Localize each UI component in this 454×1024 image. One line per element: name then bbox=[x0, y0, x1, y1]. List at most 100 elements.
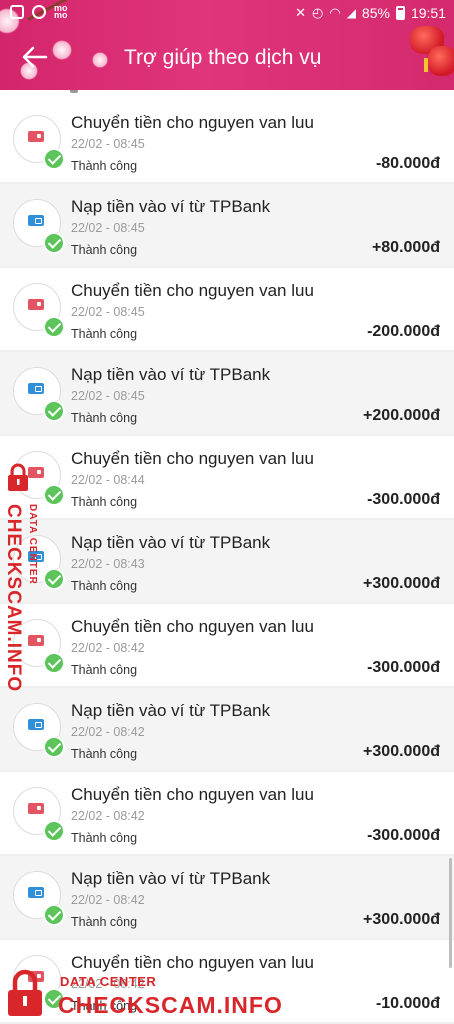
transaction-amount: +300.000đ bbox=[363, 911, 440, 928]
transaction-status: Thành công bbox=[71, 915, 138, 929]
success-check-icon bbox=[43, 652, 65, 674]
blossom-decoration bbox=[52, 40, 72, 60]
transaction-time: 22/02 - 08:43 bbox=[71, 557, 145, 571]
transaction-title: Chuyển tiền cho nguyen van luu bbox=[71, 785, 314, 804]
success-check-icon bbox=[43, 820, 65, 842]
wallet-icon bbox=[28, 215, 44, 226]
transaction-row[interactable]: Nạp tiền vào ví từ TPBank 22/02 - 08:45 Th… bbox=[0, 184, 454, 266]
success-check-icon bbox=[43, 400, 65, 422]
transaction-status: Thành công bbox=[71, 831, 138, 845]
transaction-title: Nạp tiền vào ví từ TPBank bbox=[71, 365, 271, 384]
transaction-time: 22/02 - 08:45 bbox=[71, 221, 145, 235]
transaction-title: Nạp tiền vào ví từ TPBank bbox=[71, 701, 271, 720]
lock-icon bbox=[8, 463, 28, 491]
lantern-decoration bbox=[428, 46, 454, 76]
transaction-status: Thành công bbox=[71, 243, 138, 257]
lantern-tassel-decoration bbox=[424, 58, 428, 72]
transaction-amount: -10.000đ bbox=[375, 995, 440, 1012]
transaction-row[interactable]: Chuyển tiền cho nguyen van luu 22/02 - 08… bbox=[0, 268, 454, 350]
wallet-topup-icon bbox=[13, 871, 65, 926]
wallet-icon bbox=[28, 383, 44, 394]
wallet-topup-icon bbox=[13, 199, 65, 254]
transaction-title: Chuyển tiền cho nguyen van luu bbox=[71, 449, 314, 468]
watermark-side: CHECKSCAM.INFO DATA CENTER bbox=[2, 462, 42, 692]
transaction-status: Thành công bbox=[71, 663, 138, 677]
transaction-time: 22/02 - 08:42 bbox=[71, 725, 145, 739]
battery-icon bbox=[395, 6, 405, 20]
clock: 19:51 bbox=[410, 5, 446, 21]
wifi-icon: ◠ bbox=[329, 5, 341, 20]
transaction-amount: +80.000đ bbox=[371, 239, 440, 256]
success-check-icon bbox=[43, 904, 65, 926]
back-button[interactable] bbox=[18, 40, 52, 74]
transaction-row[interactable]: Chuyển tiền cho nguyen van luu 22/02 - 08… bbox=[0, 604, 454, 686]
app-header: mo mo ✕ ◴ ◠ ◢ 85% 19:51 Trợ giúp theo dịc… bbox=[0, 0, 454, 90]
lock-icon bbox=[8, 969, 42, 1016]
cash-icon bbox=[28, 131, 44, 142]
blossom-decoration bbox=[92, 52, 108, 68]
wallet-icon bbox=[28, 719, 44, 730]
transaction-status: Thành công bbox=[71, 495, 138, 509]
success-check-icon bbox=[43, 232, 65, 254]
alarm-icon: ◴ bbox=[312, 5, 324, 20]
money-transfer-icon bbox=[13, 787, 65, 842]
transaction-status: Thành công bbox=[71, 327, 138, 341]
transaction-time: 22/02 - 08:44 bbox=[71, 473, 145, 487]
transaction-row[interactable]: Nạp tiền vào ví từ TPBank 22/02 - 08:42 Th… bbox=[0, 688, 454, 770]
transaction-row[interactable]: Chuyển tiền cho nguyen van luu 22/02 - 08… bbox=[0, 772, 454, 854]
transaction-title: Nạp tiền vào ví từ TPBank bbox=[71, 869, 271, 888]
transaction-title: Chuyển tiền cho nguyen van luu bbox=[71, 281, 314, 300]
partial-content bbox=[70, 90, 78, 93]
battery-percent: 85% bbox=[361, 5, 390, 21]
wallet-topup-icon bbox=[13, 703, 65, 758]
watermark-sub-text: DATA CENTER bbox=[60, 974, 157, 989]
transaction-time: 22/02 - 08:45 bbox=[71, 389, 145, 403]
image-icon bbox=[10, 5, 24, 19]
transaction-title: Nạp tiền vào ví từ TPBank bbox=[71, 197, 271, 216]
transaction-status: Thành công bbox=[71, 747, 138, 761]
money-transfer-icon bbox=[13, 283, 65, 338]
transaction-row[interactable]: Chuyển tiền cho nguyen van luu 22/02 - 08… bbox=[0, 436, 454, 518]
transaction-list[interactable]: Chuyển tiền cho nguyen van luu 22/02 - 08… bbox=[0, 90, 454, 1024]
transaction-title: Chuyển tiền cho nguyen van luu bbox=[71, 113, 314, 132]
momo-icon: mo mo bbox=[54, 3, 68, 20]
watermark-main-text: CHECKSCAM.INFO bbox=[3, 504, 24, 693]
transaction-title: Chuyển tiền cho nguyen van luu bbox=[71, 617, 314, 636]
transaction-amount: -80.000đ bbox=[375, 155, 440, 172]
money-transfer-icon bbox=[13, 115, 65, 170]
transaction-time: 22/02 - 08:42 bbox=[71, 809, 145, 823]
transaction-time: 22/02 - 08:45 bbox=[71, 305, 145, 319]
wallet-topup-icon bbox=[13, 367, 65, 422]
transaction-row[interactable]: Nạp tiền vào ví từ TPBank 22/02 - 08:43 Th… bbox=[0, 520, 454, 602]
transaction-time: 22/02 - 08:42 bbox=[71, 893, 145, 907]
list-item-partial bbox=[0, 90, 454, 100]
transaction-amount: -300.000đ bbox=[367, 491, 440, 508]
transaction-title: Nạp tiền vào ví từ TPBank bbox=[71, 533, 271, 552]
cash-icon bbox=[28, 803, 44, 814]
page-title: Trợ giúp theo dịch vụ bbox=[124, 46, 322, 69]
transaction-time: 22/02 - 08:45 bbox=[71, 137, 145, 151]
transaction-status: Thành công bbox=[71, 411, 138, 425]
success-check-icon bbox=[43, 484, 65, 506]
wallet-icon bbox=[28, 887, 44, 898]
success-check-icon bbox=[43, 148, 65, 170]
watermark-bottom: DATA CENTER CHECKSCAM.INFO bbox=[6, 966, 282, 1022]
mute-icon: ✕ bbox=[295, 5, 306, 20]
success-check-icon bbox=[43, 736, 65, 758]
transaction-time: 22/02 - 08:42 bbox=[71, 641, 145, 655]
transaction-row[interactable]: Chuyển tiền cho nguyen van luu 22/02 - 08… bbox=[0, 100, 454, 182]
watermark-main-text: CHECKSCAM.INFO bbox=[58, 992, 283, 1018]
instagram-icon bbox=[32, 5, 46, 19]
transaction-amount: -300.000đ bbox=[367, 659, 440, 676]
transaction-row[interactable]: Nạp tiền vào ví từ TPBank 22/02 - 08:42 Th… bbox=[0, 856, 454, 938]
watermark-sub-text: DATA CENTER bbox=[27, 504, 38, 585]
transaction-status: Thành công bbox=[71, 159, 138, 173]
transaction-amount: -300.000đ bbox=[367, 827, 440, 844]
success-check-icon bbox=[43, 316, 65, 338]
transaction-amount: +200.000đ bbox=[363, 407, 440, 424]
transaction-amount: -200.000đ bbox=[367, 323, 440, 340]
scrollbar[interactable] bbox=[449, 858, 452, 968]
transaction-row[interactable]: Nạp tiền vào ví từ TPBank 22/02 - 08:45 Th… bbox=[0, 352, 454, 434]
transaction-amount: +300.000đ bbox=[363, 743, 440, 760]
success-check-icon bbox=[43, 568, 65, 590]
